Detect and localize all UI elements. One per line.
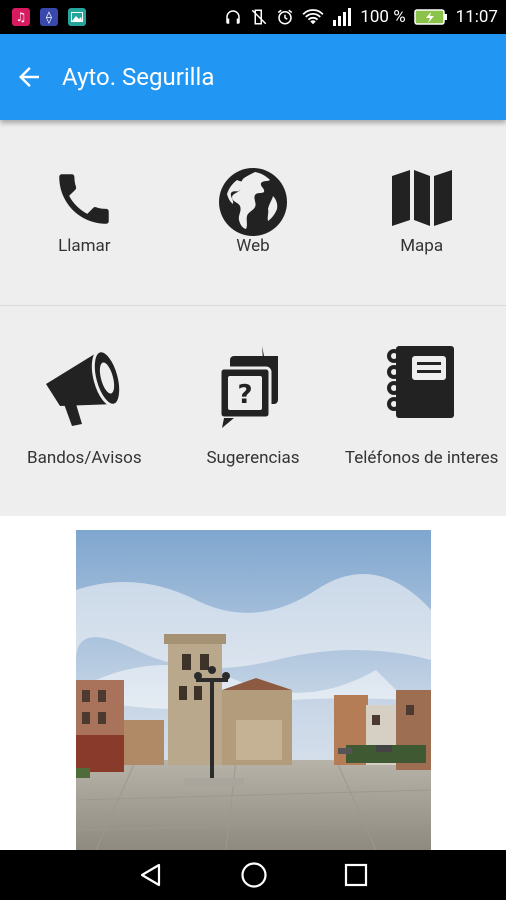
town-photo	[76, 530, 431, 850]
vibrate-off-icon	[252, 9, 267, 25]
menu-item-label: Llamar	[58, 236, 111, 256]
signal-icon	[333, 8, 352, 26]
back-icon[interactable]	[138, 862, 164, 888]
megaphone-icon	[42, 344, 126, 432]
wifi-icon	[302, 9, 324, 25]
phonebook-icon	[386, 344, 458, 432]
alarm-icon	[278, 9, 293, 25]
home-icon[interactable]	[240, 861, 268, 889]
menu-item-web[interactable]: Web	[169, 120, 338, 305]
menu-row: Llamar Web Mapa	[0, 120, 506, 306]
menu-row: Bandos/Avisos ? Sugerencias Teléfonos de…	[0, 306, 506, 516]
svg-text:?: ?	[237, 380, 252, 410]
gallery-app-icon	[68, 8, 86, 26]
menu-item-label: Teléfonos de interes	[344, 448, 499, 468]
menu-item-label: Web	[236, 236, 270, 256]
battery-percent: 100 %	[360, 7, 406, 27]
music-app-icon: ♫	[12, 8, 30, 26]
app-bar: Ayto. Segurilla	[0, 34, 506, 120]
status-bar: ♫ ⟠ 100 % 11:07	[0, 0, 506, 34]
menu-item-mapa[interactable]: Mapa	[337, 120, 506, 305]
menu-item-sugerencias[interactable]: ? Sugerencias	[169, 306, 338, 516]
back-arrow-icon[interactable]	[14, 62, 44, 92]
menu-item-llamar[interactable]: Llamar	[0, 120, 169, 305]
headphones-icon	[226, 10, 241, 24]
menu-item-label: Mapa	[400, 236, 444, 256]
menu-item-label: Sugerencias	[206, 448, 300, 468]
recents-icon[interactable]	[344, 863, 368, 887]
clock: 11:07	[455, 7, 498, 27]
navigation-bar	[0, 850, 506, 900]
menu-item-label: Bandos/Avisos	[27, 448, 142, 468]
menu-grid: Llamar Web Mapa Bandos/Avisos ? Sugerenc…	[0, 120, 506, 516]
menu-item-telefonos[interactable]: Teléfonos de interes	[337, 306, 506, 516]
battery-charging-icon	[413, 9, 447, 25]
status-notifications: ♫ ⟠	[12, 8, 86, 26]
page-title: Ayto. Segurilla	[62, 63, 215, 91]
menu-item-bandos-avisos[interactable]: Bandos/Avisos	[0, 306, 169, 516]
suggestions-icon: ?	[218, 344, 288, 432]
usb-app-icon: ⟠	[40, 8, 58, 26]
